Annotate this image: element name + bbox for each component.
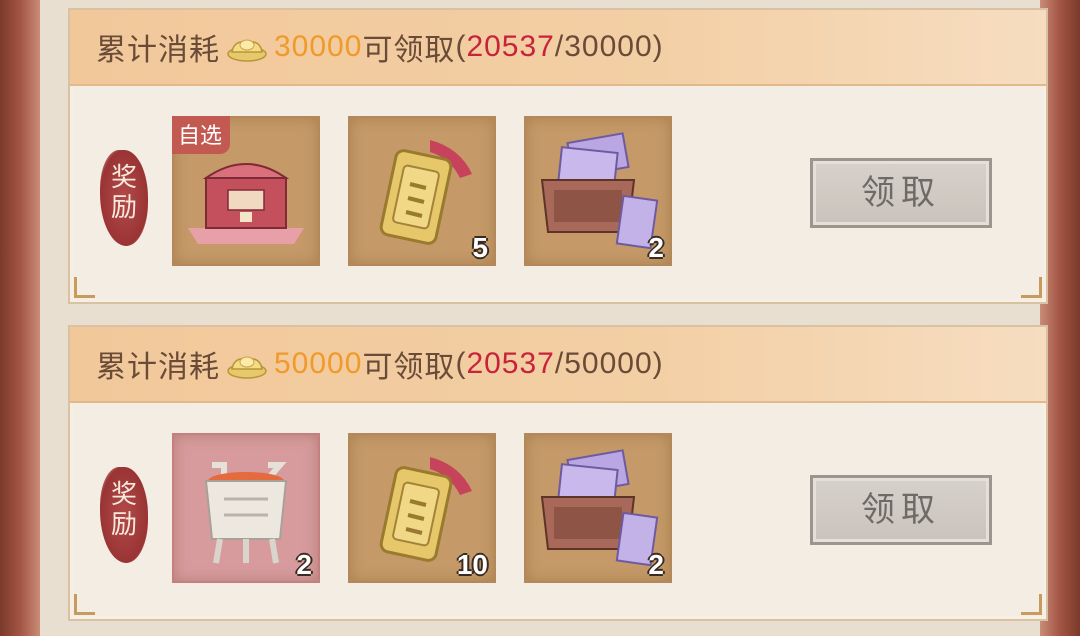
gold-ingot-icon: [226, 32, 268, 62]
reward-item-notes-box[interactable]: 2: [524, 433, 672, 583]
item-count: 10: [456, 549, 488, 580]
tier-header: 累计消耗 50000 可领取 ( 20537 / 50000 ): [70, 327, 1046, 403]
item-count: 2: [648, 232, 664, 263]
claim-button[interactable]: 领取: [810, 158, 992, 228]
purple-notes-box-icon: [540, 449, 659, 567]
reward-tier-card: 累计消耗 50000 可领取 ( 20537 / 50000 ) 奖励 2 10…: [68, 325, 1048, 621]
requirement-label: 累计消耗: [96, 351, 220, 384]
current-progress: 20537: [466, 347, 555, 380]
gold-ingot-icon: [226, 349, 268, 379]
item-count: 5: [472, 232, 488, 263]
reward-item-selectable-chest[interactable]: 自选: [172, 116, 320, 266]
reward-list: 累计消耗 30000 可领取 ( 20537 / 30000 ) 奖励 自选 5…: [40, 0, 1048, 636]
reward-item-golden-token[interactable]: 10: [348, 433, 496, 583]
claimable-label: 可领取: [362, 351, 456, 384]
claim-button[interactable]: 领取: [810, 475, 992, 545]
pink-treasure-chest-icon: [188, 163, 304, 244]
reward-item-notes-box[interactable]: 2: [524, 116, 672, 266]
required-amount: 30000: [274, 30, 363, 63]
reward-seal: 奖励: [100, 467, 148, 563]
tier-requirement: 累计消耗 50000 可领取 ( 20537 / 50000 ): [96, 342, 664, 386]
purple-notes-box-icon: [540, 132, 659, 250]
requirement-label: 累计消耗: [96, 34, 220, 67]
golden-token-icon: [379, 140, 472, 245]
claimable-label: 可领取: [362, 34, 456, 67]
left-frame: [0, 0, 40, 636]
required-amount: 50000: [274, 347, 363, 380]
reward-seal: 奖励: [100, 150, 148, 246]
tier-header: 累计消耗 30000 可领取 ( 20537 / 30000 ): [70, 10, 1046, 86]
reward-item-golden-token[interactable]: 5: [348, 116, 496, 266]
current-progress: 20537: [466, 30, 555, 63]
reward-tier-card: 累计消耗 30000 可领取 ( 20537 / 30000 ) 奖励 自选 5…: [68, 8, 1048, 304]
item-count: 2: [296, 549, 312, 580]
tier-requirement: 累计消耗 30000 可领取 ( 20537 / 30000 ): [96, 25, 664, 69]
target-progress: 30000: [564, 30, 653, 63]
silver-tripod-icon: [204, 462, 288, 564]
target-progress: 50000: [564, 347, 653, 380]
item-count: 2: [648, 549, 664, 580]
reward-item-silver-tripod[interactable]: 2: [172, 433, 320, 583]
